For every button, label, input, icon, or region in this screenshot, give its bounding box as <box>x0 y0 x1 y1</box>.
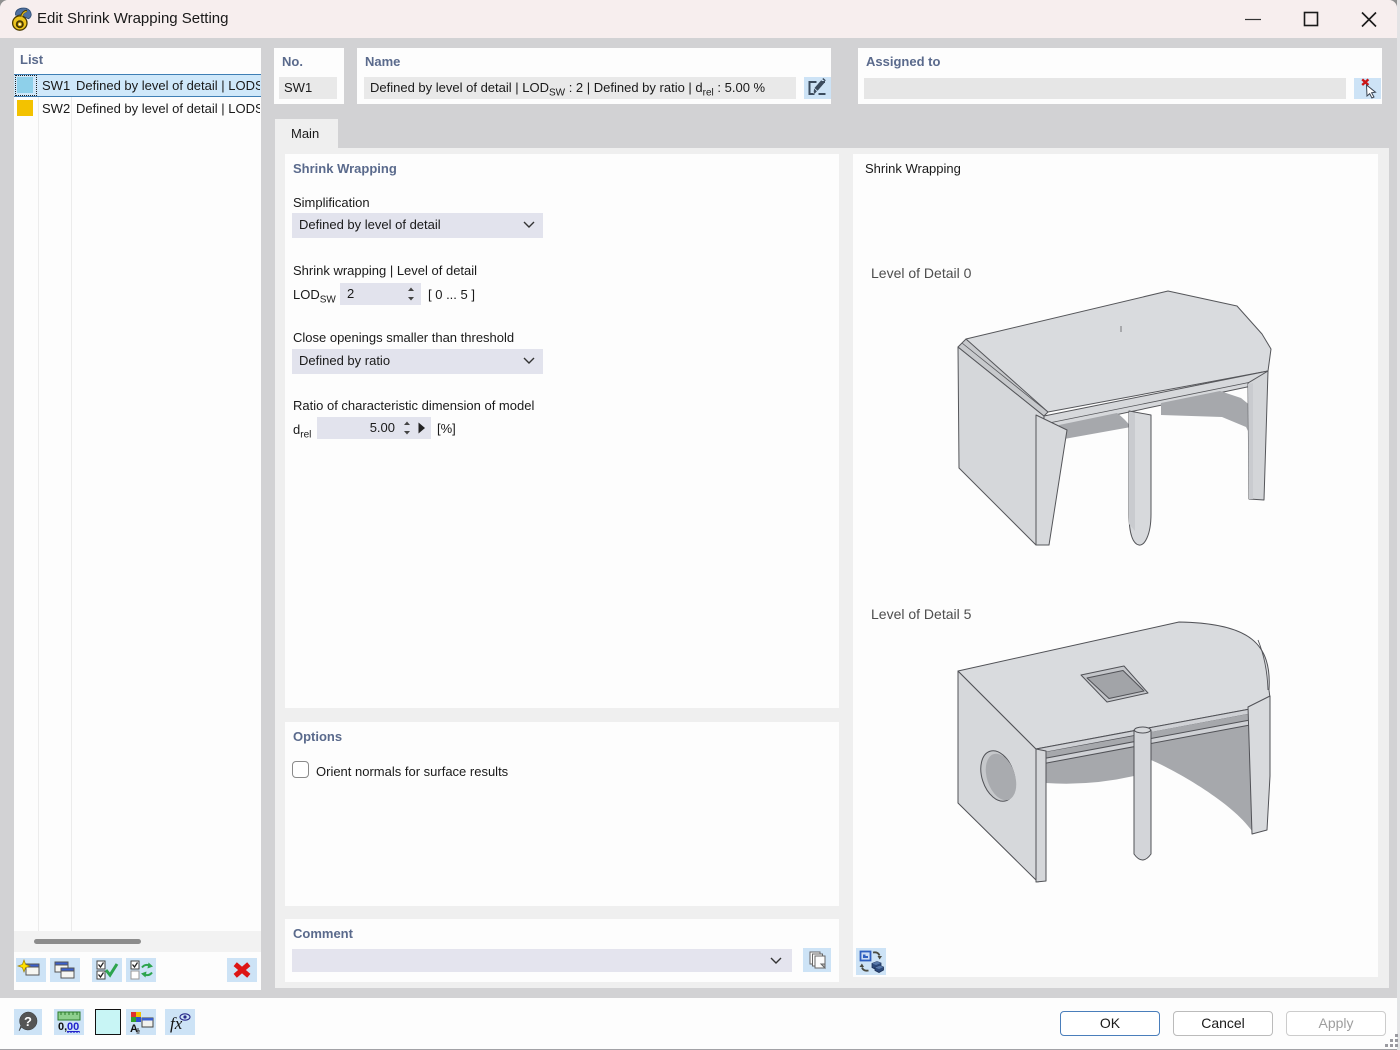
svg-text:?: ? <box>24 1014 32 1029</box>
svg-text:00: 00 <box>67 1021 79 1033</box>
svg-text:0,: 0, <box>58 1021 67 1033</box>
svg-text:fx: fx <box>170 1014 183 1033</box>
